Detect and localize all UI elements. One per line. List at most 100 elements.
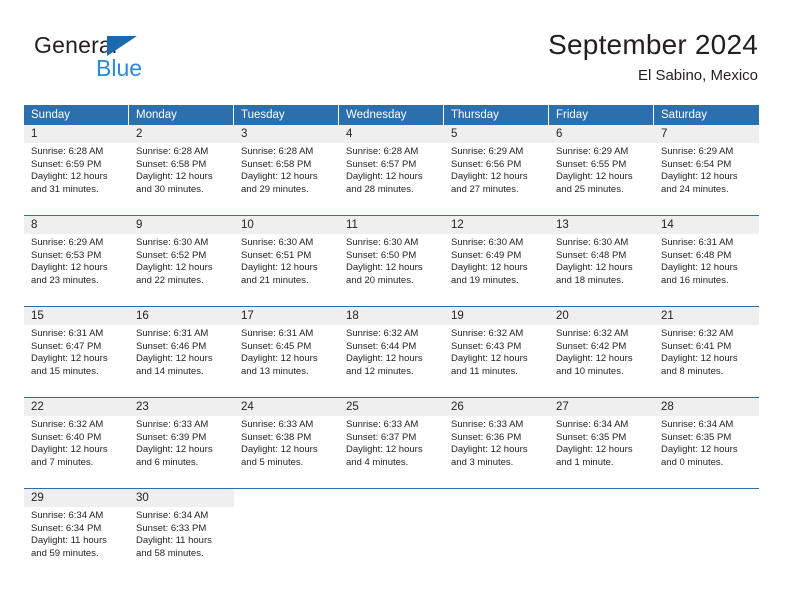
calendar-day-cell[interactable]: 20 Sunrise: 6:32 AM Sunset: 6:42 PM Dayligh… (549, 307, 654, 397)
calendar-day-cell[interactable]: 17 Sunrise: 6:31 AM Sunset: 6:45 PM Dayligh… (234, 307, 339, 397)
calendar-day-cell[interactable]: 25 Sunrise: 6:33 AM Sunset: 6:37 PM Dayligh… (339, 398, 444, 488)
day-details: Sunrise: 6:32 AM Sunset: 6:40 PM Daylight:… (24, 416, 129, 469)
calendar-day-cell[interactable]: 8 Sunrise: 6:29 AM Sunset: 6:53 PM Daylight… (24, 216, 129, 306)
day-number (444, 489, 549, 507)
calendar-day-cell-empty (444, 489, 549, 579)
day-number (234, 489, 339, 507)
sunrise-text: Sunrise: 6:31 AM (661, 237, 734, 248)
calendar-day-cell[interactable]: 1 Sunrise: 6:28 AM Sunset: 6:59 PM Daylight… (24, 125, 129, 215)
day-number: 4 (339, 125, 444, 143)
day-details: Sunrise: 6:32 AM Sunset: 6:43 PM Daylight:… (444, 325, 549, 378)
daylight-text: Daylight: 11 hours and 59 minutes. (31, 535, 107, 559)
calendar-day-cell[interactable]: 12 Sunrise: 6:30 AM Sunset: 6:49 PM Dayligh… (444, 216, 549, 306)
daylight-text: Daylight: 12 hours and 23 minutes. (31, 262, 108, 286)
sunset-text: Sunset: 6:54 PM (661, 158, 732, 170)
day-number: 11 (339, 216, 444, 234)
calendar-day-cell[interactable]: 11 Sunrise: 6:30 AM Sunset: 6:50 PM Dayligh… (339, 216, 444, 306)
calendar-day-cell-empty (339, 489, 444, 579)
sunset-text: Sunset: 6:58 PM (241, 158, 312, 170)
day-number: 27 (549, 398, 654, 416)
sunset-text: Sunset: 6:44 PM (346, 340, 417, 352)
daylight-text: Daylight: 12 hours and 0 minutes. (661, 444, 738, 468)
calendar-day-cell[interactable]: 23 Sunrise: 6:33 AM Sunset: 6:39 PM Dayligh… (129, 398, 234, 488)
sunset-text: Sunset: 6:34 PM (31, 522, 102, 534)
calendar-day-cell[interactable]: 7 Sunrise: 6:29 AM Sunset: 6:54 PM Daylight… (654, 125, 759, 215)
sunrise-text: Sunrise: 6:30 AM (241, 237, 314, 248)
calendar-day-cell[interactable]: 27 Sunrise: 6:34 AM Sunset: 6:35 PM Dayligh… (549, 398, 654, 488)
day-details: Sunrise: 6:31 AM Sunset: 6:48 PM Daylight:… (654, 234, 759, 287)
sunset-text: Sunset: 6:36 PM (451, 431, 522, 443)
calendar-day-cell[interactable]: 4 Sunrise: 6:28 AM Sunset: 6:57 PM Daylight… (339, 125, 444, 215)
sunset-text: Sunset: 6:35 PM (556, 431, 627, 443)
calendar-day-cell[interactable]: 22 Sunrise: 6:32 AM Sunset: 6:40 PM Dayligh… (24, 398, 129, 488)
calendar-day-cell[interactable]: 14 Sunrise: 6:31 AM Sunset: 6:48 PM Dayligh… (654, 216, 759, 306)
weekday-header-monday: Monday (129, 105, 234, 125)
daylight-text: Daylight: 12 hours and 25 minutes. (556, 171, 633, 195)
sunset-text: Sunset: 6:47 PM (31, 340, 102, 352)
day-number: 16 (129, 307, 234, 325)
calendar-day-cell[interactable]: 29 Sunrise: 6:34 AM Sunset: 6:34 PM Dayligh… (24, 489, 129, 579)
calendar-day-cell[interactable]: 16 Sunrise: 6:31 AM Sunset: 6:46 PM Dayligh… (129, 307, 234, 397)
day-number: 20 (549, 307, 654, 325)
page-subtitle: El Sabino, Mexico (637, 67, 758, 84)
day-number: 19 (444, 307, 549, 325)
daylight-text: Daylight: 12 hours and 5 minutes. (241, 444, 318, 468)
sunset-text: Sunset: 6:52 PM (136, 249, 207, 261)
daylight-text: Daylight: 12 hours and 20 minutes. (346, 262, 423, 286)
calendar-day-cell-empty (549, 489, 654, 579)
calendar-day-cell[interactable]: 2 Sunrise: 6:28 AM Sunset: 6:58 PM Daylight… (129, 125, 234, 215)
daylight-text: Daylight: 12 hours and 10 minutes. (556, 353, 633, 377)
sunrise-text: Sunrise: 6:33 AM (241, 419, 314, 430)
calendar-day-cell[interactable]: 9 Sunrise: 6:30 AM Sunset: 6:52 PM Daylight… (129, 216, 234, 306)
calendar-day-cell[interactable]: 30 Sunrise: 6:34 AM Sunset: 6:33 PM Dayligh… (129, 489, 234, 579)
day-number (339, 489, 444, 507)
calendar-day-cell[interactable]: 10 Sunrise: 6:30 AM Sunset: 6:51 PM Dayligh… (234, 216, 339, 306)
sunrise-text: Sunrise: 6:32 AM (661, 328, 734, 339)
sunset-text: Sunset: 6:53 PM (31, 249, 102, 261)
general-blue-logo[interactable]: General Blue (34, 32, 214, 88)
calendar-day-cell[interactable]: 6 Sunrise: 6:29 AM Sunset: 6:55 PM Daylight… (549, 125, 654, 215)
day-details: Sunrise: 6:30 AM Sunset: 6:51 PM Daylight:… (234, 234, 339, 287)
daylight-text: Daylight: 12 hours and 21 minutes. (241, 262, 318, 286)
daylight-text: Daylight: 12 hours and 14 minutes. (136, 353, 213, 377)
day-number: 21 (654, 307, 759, 325)
day-number: 3 (234, 125, 339, 143)
calendar-day-cell[interactable]: 19 Sunrise: 6:32 AM Sunset: 6:43 PM Dayligh… (444, 307, 549, 397)
sunrise-text: Sunrise: 6:34 AM (136, 510, 209, 521)
calendar-week-row: 15 Sunrise: 6:31 AM Sunset: 6:47 PM Dayligh… (24, 306, 759, 397)
day-details: Sunrise: 6:29 AM Sunset: 6:53 PM Daylight:… (24, 234, 129, 287)
calendar-week-row: 29 Sunrise: 6:34 AM Sunset: 6:34 PM Dayligh… (24, 488, 759, 579)
day-details: Sunrise: 6:34 AM Sunset: 6:35 PM Daylight:… (549, 416, 654, 469)
sunset-text: Sunset: 6:37 PM (346, 431, 417, 443)
calendar-day-cell[interactable]: 28 Sunrise: 6:34 AM Sunset: 6:35 PM Dayligh… (654, 398, 759, 488)
sunset-text: Sunset: 6:55 PM (556, 158, 627, 170)
calendar-day-cell[interactable]: 24 Sunrise: 6:33 AM Sunset: 6:38 PM Dayligh… (234, 398, 339, 488)
day-details: Sunrise: 6:32 AM Sunset: 6:41 PM Daylight:… (654, 325, 759, 378)
daylight-text: Daylight: 12 hours and 11 minutes. (451, 353, 528, 377)
calendar-day-cell[interactable]: 18 Sunrise: 6:32 AM Sunset: 6:44 PM Dayligh… (339, 307, 444, 397)
calendar-day-cell[interactable]: 21 Sunrise: 6:32 AM Sunset: 6:41 PM Dayligh… (654, 307, 759, 397)
day-number: 28 (654, 398, 759, 416)
calendar-day-cell[interactable]: 5 Sunrise: 6:29 AM Sunset: 6:56 PM Daylight… (444, 125, 549, 215)
day-number: 5 (444, 125, 549, 143)
sunrise-text: Sunrise: 6:31 AM (31, 328, 104, 339)
day-details: Sunrise: 6:33 AM Sunset: 6:39 PM Daylight:… (129, 416, 234, 469)
calendar-day-cell[interactable]: 15 Sunrise: 6:31 AM Sunset: 6:47 PM Dayligh… (24, 307, 129, 397)
day-details: Sunrise: 6:32 AM Sunset: 6:44 PM Daylight:… (339, 325, 444, 378)
day-details: Sunrise: 6:33 AM Sunset: 6:37 PM Daylight:… (339, 416, 444, 469)
daylight-text: Daylight: 12 hours and 16 minutes. (661, 262, 738, 286)
calendar-day-cell[interactable]: 26 Sunrise: 6:33 AM Sunset: 6:36 PM Dayligh… (444, 398, 549, 488)
calendar-day-cell[interactable]: 3 Sunrise: 6:28 AM Sunset: 6:58 PM Daylight… (234, 125, 339, 215)
day-number: 9 (129, 216, 234, 234)
calendar-day-cell[interactable]: 13 Sunrise: 6:30 AM Sunset: 6:48 PM Dayligh… (549, 216, 654, 306)
sunset-text: Sunset: 6:49 PM (451, 249, 522, 261)
sunset-text: Sunset: 6:48 PM (556, 249, 627, 261)
sunrise-text: Sunrise: 6:29 AM (31, 237, 104, 248)
day-details: Sunrise: 6:32 AM Sunset: 6:42 PM Daylight:… (549, 325, 654, 378)
day-number: 13 (549, 216, 654, 234)
logo-triangle-icon (107, 36, 137, 56)
sunset-text: Sunset: 6:48 PM (661, 249, 732, 261)
daylight-text: Daylight: 12 hours and 4 minutes. (346, 444, 423, 468)
daylight-text: Daylight: 12 hours and 12 minutes. (346, 353, 423, 377)
day-number: 1 (24, 125, 129, 143)
